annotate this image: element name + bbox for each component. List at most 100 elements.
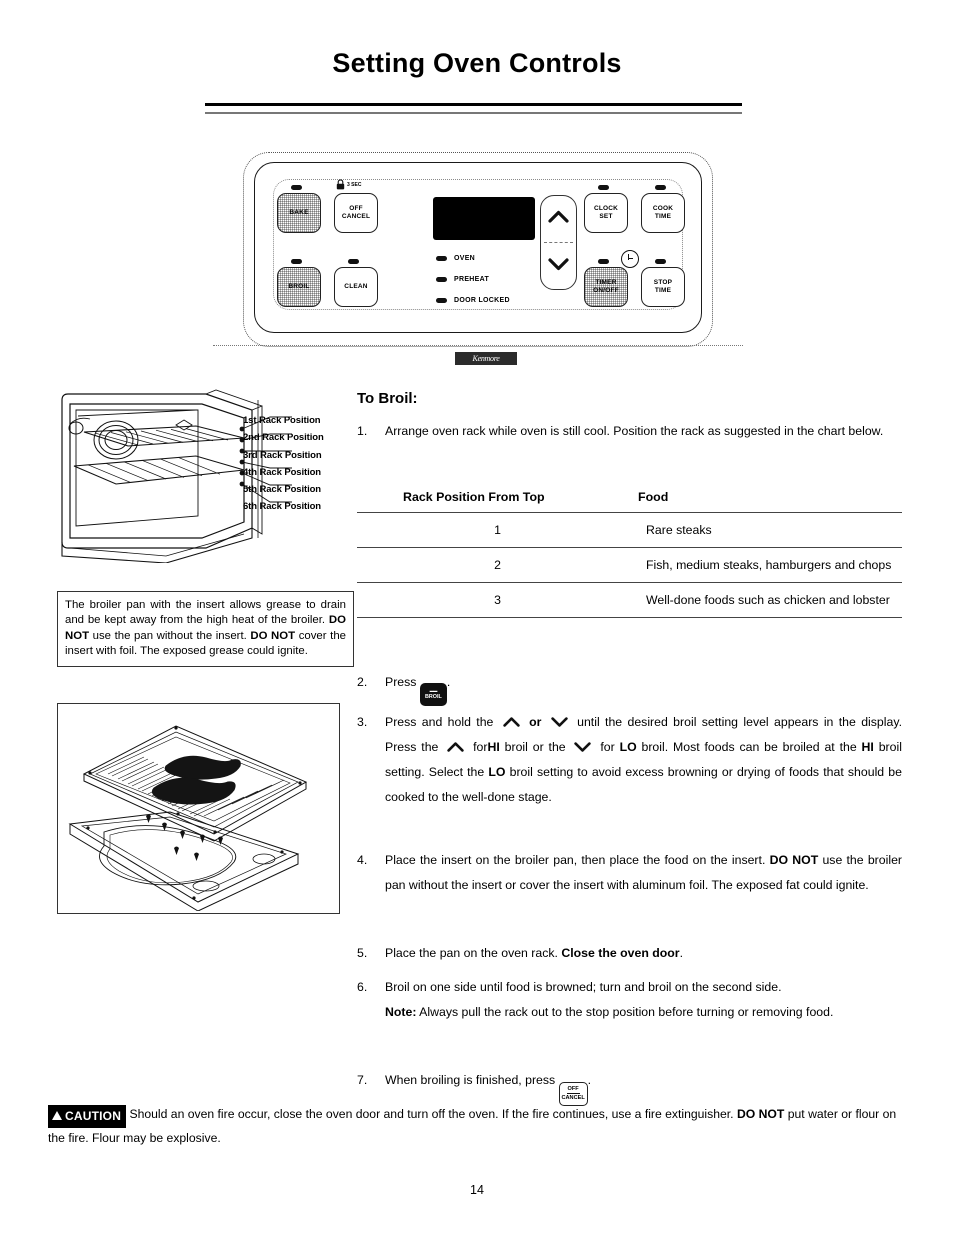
broil-rack-table: Rack Position From Top Food 1 Rare steak… (357, 490, 902, 618)
stop-time-led (655, 259, 666, 264)
warning-triangle-icon (52, 1111, 62, 1120)
step-6-note-text: Always pull the rack out to the stop pos… (416, 1005, 834, 1019)
row-1-rack: 1 (357, 512, 638, 548)
step-4: 4. Place the insert on the broiler pan, … (357, 848, 902, 898)
oven-indicator: OVEN (436, 255, 475, 262)
caution-block: CAUTION Should an oven fire occur, close… (48, 1104, 904, 1148)
broiler-pan-illustration-box (57, 703, 340, 914)
up-arrow-icon (447, 742, 464, 752)
down-arrow-icon (574, 742, 592, 752)
rack-label-6: 6th Rack Position (243, 501, 322, 513)
preheat-indicator: PREHEAT (436, 276, 489, 283)
step-3-hi-2: HI (861, 740, 874, 754)
page-number: 14 (470, 1183, 484, 1197)
step-3-t1: Press and hold the (385, 715, 494, 729)
step-6-text: Broil on one side until food is browned;… (385, 975, 902, 1025)
panel-body: 3 SEC BAKE OFF CANCEL BROIL CLEAN OVEN P… (254, 162, 702, 333)
clock-icon (621, 250, 639, 268)
page-title: Setting Oven Controls (332, 48, 622, 78)
caution-badge-label: CAUTION (65, 1108, 122, 1123)
timer-led (598, 259, 609, 264)
door-locked-indicator-label: DOOR LOCKED (454, 297, 510, 304)
rack-label-2: 2nd Rack Position (243, 432, 324, 444)
step-4-bold: DO NOT (769, 853, 819, 867)
door-lock-hint: 3 SEC (336, 179, 361, 190)
bake-indicator-led (291, 185, 302, 190)
stop-time-button-label-1: STOP (653, 278, 673, 286)
broil-indicator-led (291, 259, 302, 264)
down-arrow-icon[interactable] (548, 258, 569, 271)
row-3-rack: 3 (357, 582, 638, 618)
timer-button-label-2: ON/OFF (593, 287, 619, 294)
table-header-food: Food (638, 490, 669, 504)
up-arrow-icon[interactable] (548, 210, 569, 223)
step-3-t5: broil or the (504, 740, 566, 754)
lock-hint-label: 3 SEC (347, 181, 362, 188)
step-5: 5. Place the pan on the oven rack. Close… (357, 941, 902, 966)
step-3-t7: broil. Most foods can be broiled at the (641, 740, 857, 754)
bake-button[interactable]: BAKE (277, 193, 321, 233)
preheat-indicator-label: PREHEAT (454, 276, 490, 283)
step-7: 7. When broiling is finished, press OFF … (357, 1068, 902, 1106)
step-4-number: 4. (357, 853, 368, 867)
off-cancel-button[interactable]: OFF CANCEL (334, 193, 378, 233)
table-row: 2 Fish, medium steaks, hamburgers and ch… (357, 547, 902, 583)
table-header-rack: Rack Position From Top (403, 490, 545, 504)
inline-broil-button-icon[interactable]: ▬▬ BROIL (419, 683, 447, 707)
off-cancel-button-label-1: OFF (349, 204, 363, 212)
step-3-hi: HI (487, 740, 500, 754)
timer-on-off-button[interactable]: TIMER ON/OFF (584, 267, 628, 307)
title-divider (205, 103, 742, 114)
stop-time-button[interactable]: STOP TIME (641, 267, 685, 307)
step-7-text: When broiling is finished, press OFF CAN… (385, 1068, 902, 1106)
step-1: 1. Arrange oven rack while oven is still… (357, 419, 902, 444)
display-window (433, 197, 535, 240)
step-3-lo-2: LO (488, 765, 506, 779)
keypad-divider (544, 242, 573, 243)
broil-button-label: BROIL (288, 282, 310, 290)
clean-button-label: CLEAN (344, 282, 368, 290)
broiler-pan-exploded-diagram (68, 725, 308, 912)
note-text-part2: use the pan without the insert. (89, 629, 251, 642)
kenmore-brand-badge: Kenmore (455, 352, 517, 365)
rack-position-labels: 1st Rack Position 2nd Rack Position 3rd … (243, 412, 324, 516)
step-3-t6: for (600, 740, 615, 754)
clock-set-button-label-1: CLOCK (593, 204, 619, 212)
step-4-t1: Place the insert on the broiler pan, the… (385, 853, 770, 867)
step-5-t1: Place the pan on the oven rack. (385, 946, 562, 960)
caution-text-1: Should an oven fire occur, close the ove… (129, 1107, 737, 1121)
note-text-part1: The broiler pan with the insert allows g… (65, 599, 346, 627)
step-5-bold: Close the oven door (561, 946, 680, 960)
door-locked-indicator-led (436, 298, 447, 303)
arrow-keypad[interactable] (540, 195, 577, 290)
step-3-lo: LO (619, 740, 637, 754)
table-header-row: Rack Position From Top Food (357, 490, 902, 513)
cook-time-button[interactable]: COOK TIME (641, 193, 685, 233)
step-7-pre-text: When broiling is finished, press (385, 1073, 556, 1087)
rack-label-5: 5th Rack Position (243, 484, 322, 496)
row-2-food: Fish, medium steaks, hamburgers and chop… (638, 547, 902, 583)
stop-time-button-label-2: TIME (654, 287, 672, 294)
cook-time-button-label-2: TIME (654, 213, 672, 220)
control-panel-illustration: 3 SEC BAKE OFF CANCEL BROIL CLEAN OVEN P… (243, 152, 713, 347)
step-3-number: 3. (357, 715, 368, 729)
cook-time-button-label-1: COOK (652, 204, 674, 212)
clean-button[interactable]: CLEAN (334, 267, 378, 307)
cook-time-led (655, 185, 666, 190)
step-1-text: Arrange oven rack while oven is still co… (385, 424, 884, 438)
step-1-number: 1. (357, 424, 368, 438)
inline-off-cancel-button-icon[interactable]: OFF CANCEL (558, 1081, 588, 1106)
inline-off-label-1: OFF (567, 1086, 579, 1092)
section-heading: To Broil: (357, 390, 418, 407)
caution-bold: DO NOT (736, 1107, 785, 1121)
caution-badge: CAUTION (48, 1104, 127, 1128)
rack-label-4: 4th Rack Position (243, 466, 322, 478)
step-3-or: or (529, 715, 542, 729)
row-1-food: Rare steaks (638, 512, 902, 548)
panel-base-line (213, 345, 743, 346)
table-row: 1 Rare steaks (357, 512, 902, 548)
preheat-indicator-led (436, 277, 447, 282)
clock-set-button[interactable]: CLOCK SET (584, 193, 628, 233)
broil-button[interactable]: BROIL (277, 267, 321, 307)
step-6: 6. Broil on one side until food is brown… (357, 975, 902, 1025)
